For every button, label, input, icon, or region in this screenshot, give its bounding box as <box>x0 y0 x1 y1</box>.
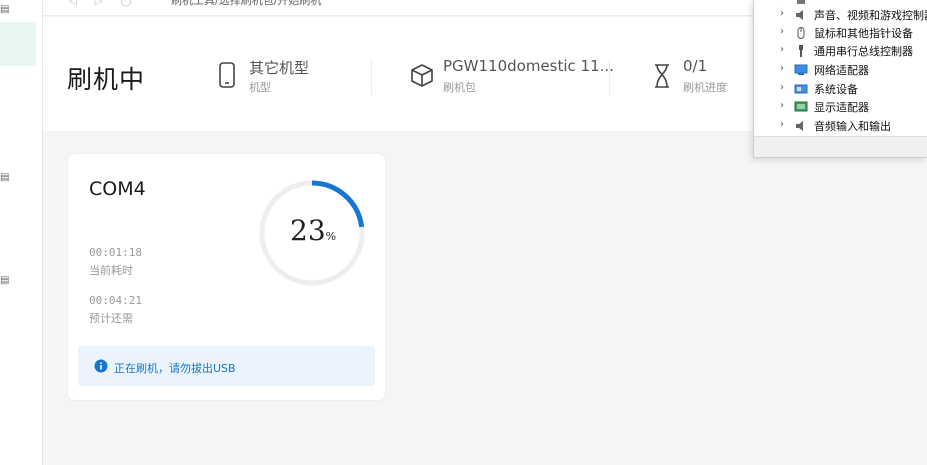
progress-label: 刷机进度 <box>683 81 727 94</box>
device-category-sound[interactable]: › 声音、视频和游戏控制器 <box>754 6 927 24</box>
chevron-right-icon[interactable]: › <box>780 44 784 55</box>
device-category-label: 音频输入和输出 <box>814 120 891 133</box>
chevron-right-icon[interactable]: › <box>780 82 784 93</box>
model-value: 其它机型 <box>249 59 310 77</box>
usb-warning-notice: 正在刷机，请勿拔出USB <box>78 346 375 386</box>
divider <box>609 59 610 95</box>
audio-io-icon <box>796 121 803 131</box>
progress-value: 0/1 <box>683 57 708 75</box>
notice-text: 正在刷机，请勿拔出USB <box>114 362 236 375</box>
divider <box>371 59 372 95</box>
left-highlight-block <box>0 22 36 66</box>
page-title: 刷机中 <box>67 65 146 94</box>
chevron-right-icon[interactable]: › <box>780 8 784 19</box>
device-category-label: 声音、视频和游戏控制器 <box>814 9 927 22</box>
chevron-right-icon[interactable]: › <box>780 0 784 4</box>
device-category-mouse[interactable]: › 鼠标和其他指针设备 <box>754 24 927 42</box>
device-category-audio-io[interactable]: › 音频输入和输出 <box>754 117 927 135</box>
chevron-right-icon[interactable]: › <box>780 26 784 37</box>
device-category-network[interactable]: › 网络适配器 <box>754 61 927 79</box>
info-icon <box>94 359 108 373</box>
breadcrumb: 刷机工具/选择刷机包/开始刷机 <box>171 0 322 7</box>
chevron-right-icon[interactable]: › <box>780 100 784 111</box>
background-window-left: ▤ ▤ ▤ <box>0 0 43 465</box>
nav-buttons[interactable]: ◁▷◯ <box>69 0 150 7</box>
progress-percent: 23% <box>290 214 336 247</box>
port-name: COM4 <box>89 178 146 200</box>
device-manager-status-bar <box>754 136 927 157</box>
device-card: COM4 00:01:18 当前耗时 00:04:21 预计还需 23% 正在刷… <box>68 154 385 400</box>
remaining-label: 预计还需 <box>89 312 133 325</box>
device-category-label: 鼠标和其他指针设备 <box>814 27 913 40</box>
elapsed-label: 当前耗时 <box>89 264 133 277</box>
speaker-icon <box>796 10 803 20</box>
remaining-time: 00:04:21 <box>89 294 142 307</box>
device-category-usb[interactable]: › 通用串行总线控制器 <box>754 42 927 60</box>
package-value: PGW110domestic 11... <box>443 57 614 75</box>
chevron-right-icon[interactable]: › <box>780 119 784 130</box>
network-adapter-icon <box>794 64 808 75</box>
percent-unit: % <box>325 230 337 243</box>
system-device-icon <box>794 84 808 94</box>
display-adapter-icon <box>794 101 808 112</box>
device-manager-window: › › 声音、视频和游戏控制器 › 鼠标和其他指针设备 › 通用串行总线控制器 … <box>753 0 927 158</box>
percent-number: 23 <box>290 214 326 247</box>
device-category-label: 系统设备 <box>814 83 858 96</box>
package-box-icon <box>411 64 433 87</box>
device-category-label: 通用串行总线控制器 <box>814 45 913 58</box>
hourglass-icon <box>655 64 669 88</box>
mouse-icon <box>797 27 805 39</box>
usb-icon <box>799 45 803 57</box>
left-edge-glyph: ▤ <box>0 275 10 286</box>
package-label: 刷机包 <box>443 81 476 94</box>
device-category-system[interactable]: › 系统设备 <box>754 80 927 98</box>
phone-icon <box>219 62 235 88</box>
elapsed-time: 00:01:18 <box>89 246 142 259</box>
device-category-label: 显示适配器 <box>814 101 869 114</box>
left-edge-glyph: ▤ <box>0 4 10 15</box>
device-category-label: 网络适配器 <box>814 64 869 77</box>
model-label: 机型 <box>249 81 271 94</box>
chevron-right-icon[interactable]: › <box>780 63 784 74</box>
device-category-display[interactable]: › 显示适配器 <box>754 98 927 116</box>
left-edge-glyph: ▤ <box>0 172 10 183</box>
